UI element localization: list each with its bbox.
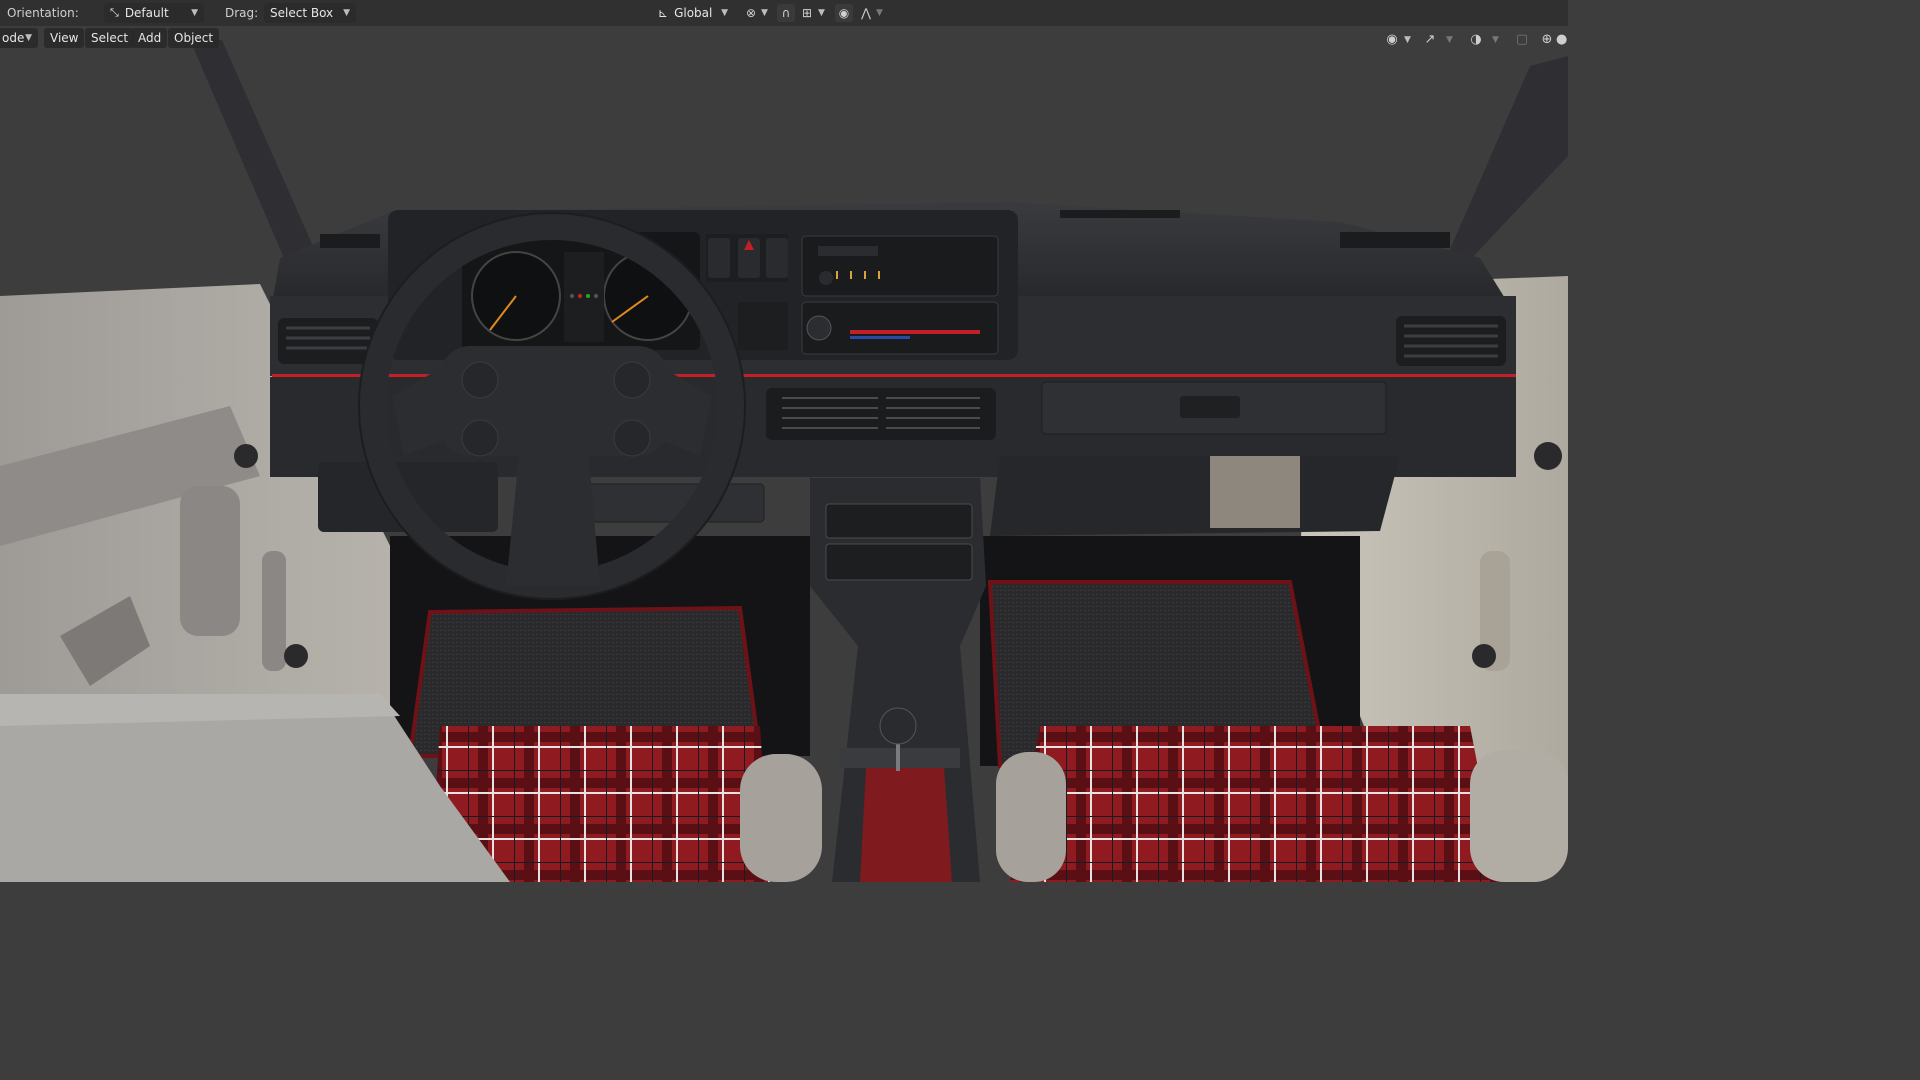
proportional-editing-icon[interactable]: ◉	[835, 4, 853, 22]
transform-axes-icon: ⊾	[658, 6, 669, 20]
chevron-down-icon[interactable]: ▼	[876, 8, 883, 18]
menu-select[interactable]: Select	[85, 28, 135, 48]
snap-increment-icon[interactable]: ⊞	[798, 4, 816, 22]
center-vents	[766, 388, 996, 440]
snap-magnet-icon[interactable]: ∩	[777, 4, 795, 22]
3d-viewport[interactable]	[0, 26, 1568, 882]
right-side-vent	[1396, 316, 1506, 366]
right-seat-bolster	[996, 752, 1066, 882]
right-seat-cushion	[1010, 726, 1500, 882]
drag-value: Select Box	[270, 6, 334, 20]
drag-label: Drag:	[225, 6, 259, 20]
left-side-vent	[278, 318, 378, 364]
right-a-pillar	[1448, 56, 1568, 262]
solid-shading-icon[interactable]: ●	[1556, 29, 1568, 49]
left-a-pillar	[190, 40, 312, 272]
left-seat-bolster	[740, 754, 822, 882]
orientation-gizmo-icon: ⤡	[110, 6, 119, 19]
orientation-label: Orientation:	[7, 6, 79, 20]
orientation-value: Default	[124, 6, 169, 20]
menu-object[interactable]: Object	[168, 28, 220, 48]
drag-dropdown[interactable]: Select Box ▼	[264, 3, 356, 23]
overlay-icon[interactable]: ◑	[1466, 29, 1486, 49]
wireframe-shading-icon[interactable]: ⊕	[1537, 29, 1557, 49]
chevron-down-icon[interactable]: ▼	[1404, 35, 1411, 45]
visibility-eye-icon[interactable]: ◉	[1382, 29, 1402, 49]
shift-boot	[860, 768, 952, 882]
chevron-down-icon[interactable]: ▼	[1446, 35, 1453, 45]
chevron-down-icon[interactable]: ▼	[1492, 35, 1499, 45]
pivot-point-icon[interactable]: ⊗	[742, 4, 760, 22]
chevron-down-icon[interactable]: ▼	[761, 8, 768, 18]
radio-unit	[801, 235, 999, 297]
xray-toggle-icon[interactable]: ▢	[1512, 29, 1532, 49]
gizmo-icon[interactable]: ↗	[1420, 29, 1440, 49]
chevron-down-icon: ▼	[343, 8, 350, 18]
gear-knob	[879, 707, 917, 745]
mode-dropdown[interactable]: ode ▼	[0, 28, 38, 48]
orientation-dropdown[interactable]: ⤡ Default ▼	[104, 3, 204, 23]
transform-orientation-dropdown[interactable]: ⊾ Global ▼	[652, 3, 734, 23]
menu-add[interactable]: Add	[132, 28, 168, 48]
chevron-down-icon[interactable]: ▼	[818, 8, 825, 18]
transform-orientation-value: Global	[674, 6, 713, 20]
menu-view[interactable]: View	[44, 28, 85, 48]
tool-settings-header: Orientation: ⤡ Default ▼ Drag: Select Bo…	[0, 0, 1568, 26]
falloff-curve-icon[interactable]: ⋀	[857, 4, 875, 22]
viewport-header: ode ▼ View Select Add Object ◉ ▼ ↗ ▼ ◑ ▼…	[0, 26, 1568, 50]
chevron-down-icon: ▼	[721, 8, 728, 18]
chevron-down-icon: ▼	[25, 33, 32, 43]
chevron-down-icon: ▼	[191, 8, 198, 18]
